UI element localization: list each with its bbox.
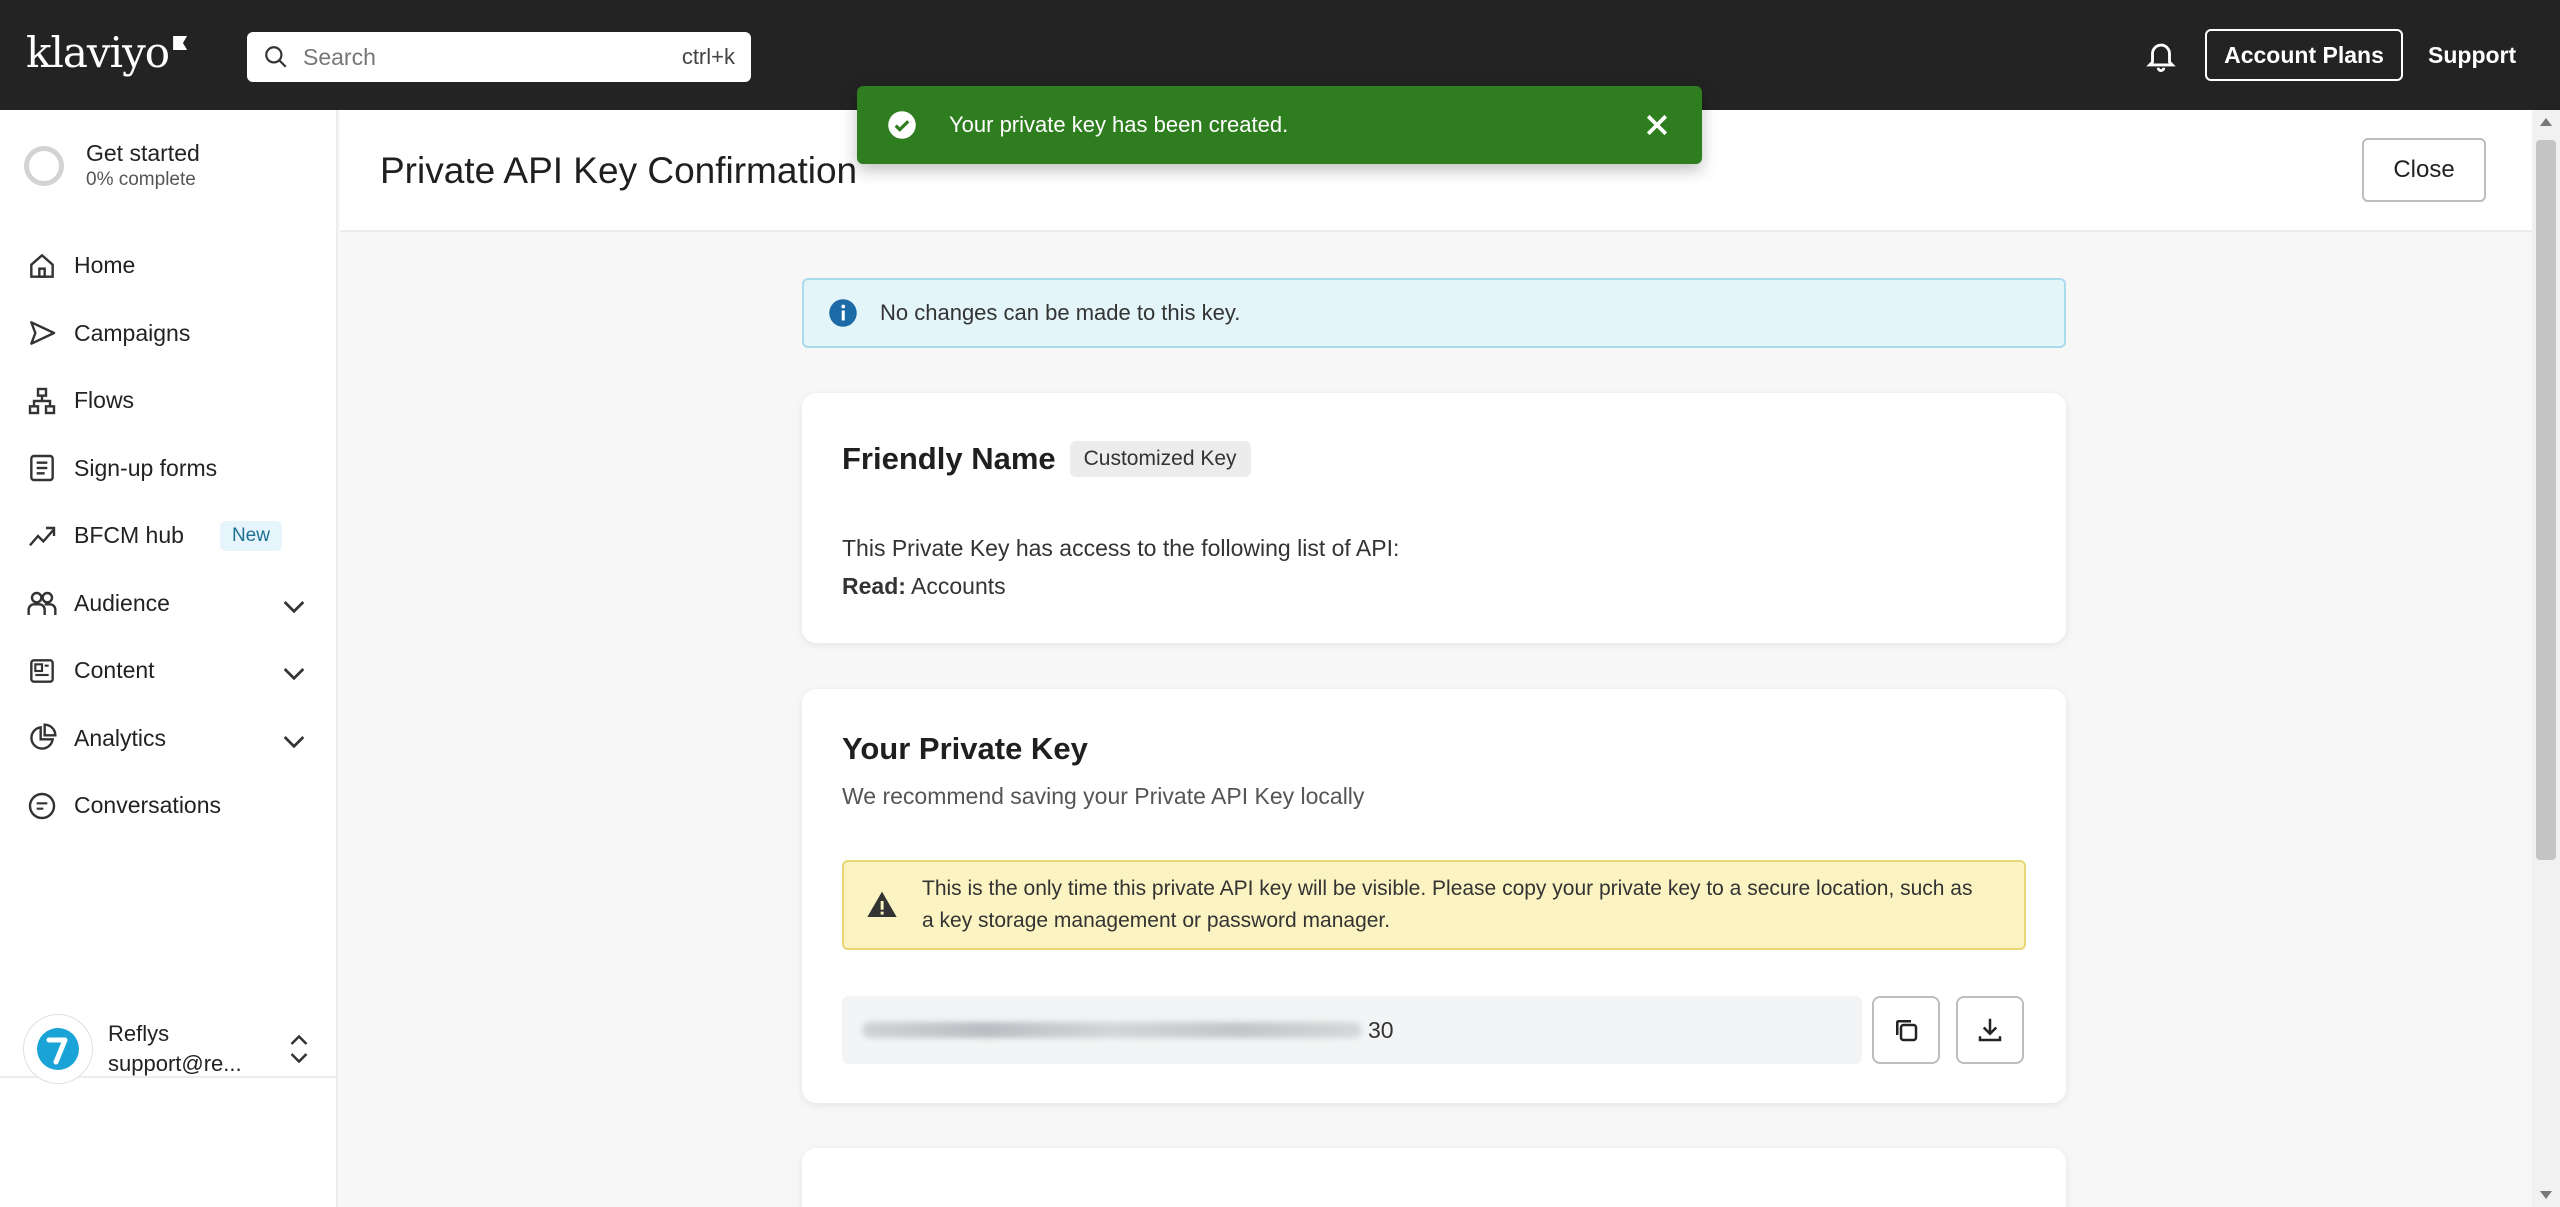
private-key-card: Your Private Key We recommend saving you… <box>802 689 2066 1103</box>
download-key-button[interactable] <box>1956 996 2024 1064</box>
close-icon[interactable] <box>1642 110 1672 140</box>
info-banner: No changes can be made to this key. <box>802 278 2066 348</box>
copy-key-button[interactable] <box>1872 996 1940 1064</box>
sidebar-item-label: Audience <box>74 589 170 616</box>
sidebar-item-label: Analytics <box>74 724 167 751</box>
sidebar-item-label: Home <box>74 252 136 279</box>
progress-ring-icon <box>24 145 64 186</box>
search-input[interactable]: Search ctrl+k <box>247 32 751 82</box>
scope-description: This Private Key has access to the follo… <box>842 529 1399 605</box>
sidebar-item-label: Content <box>74 657 155 684</box>
download-icon <box>1978 1018 2002 1042</box>
org-name: Reflys <box>108 1021 170 1046</box>
chevron-up-down-icon <box>290 1034 308 1064</box>
sidebar-item-label: Conversations <box>74 792 222 819</box>
sidebar-item-analytics[interactable]: Analytics <box>0 705 338 773</box>
warning-banner: This is the only time this private API k… <box>842 860 2026 950</box>
private-key-title: Your Private Key <box>842 731 1088 766</box>
toast-message: Your private key has been created. <box>949 112 1289 137</box>
get-started-title: Get started <box>86 140 200 166</box>
sidebar-footer <box>0 1076 338 1207</box>
home-icon <box>30 253 54 278</box>
klaviyo-logo[interactable]: klaviyo <box>26 28 188 77</box>
success-toast: Your private key has been created. <box>857 86 1702 164</box>
search-shortcut: ctrl+k <box>681 44 735 69</box>
scroll-up-arrow-icon[interactable] <box>2540 118 2552 126</box>
scope-value: Accounts <box>905 573 1006 599</box>
sidebar-item-conversations[interactable]: Conversations <box>0 772 338 840</box>
scope-intro: This Private Key has access to the follo… <box>842 535 1400 561</box>
sidebar-item-bfcm-hub[interactable]: BFCM hub New <box>0 502 338 570</box>
new-badge: New <box>219 520 282 551</box>
flows-icon <box>28 387 56 414</box>
scope-label: Read: <box>842 573 906 599</box>
get-started-progress: 0% complete <box>86 169 196 190</box>
info-icon <box>829 299 857 327</box>
check-circle-icon <box>888 111 916 139</box>
sidebar-item-label: Flows <box>74 387 135 414</box>
friendly-name-card: Friendly Name Customized Key This Privat… <box>802 393 2066 643</box>
trend-icon <box>29 526 56 546</box>
obscured-key <box>862 1022 1362 1038</box>
org-email: support@re... <box>108 1051 242 1076</box>
sidebar-item-label: Sign-up forms <box>74 454 218 481</box>
get-started[interactable]: Get started 0% complete <box>24 140 200 191</box>
chevron-down-icon[interactable] <box>278 657 310 689</box>
send-icon <box>30 321 56 346</box>
sidebar-item-label: BFCM hub <box>74 522 184 549</box>
next-section-card <box>802 1148 2066 1207</box>
warning-icon <box>867 891 897 917</box>
org-avatar <box>24 1015 92 1083</box>
sidebar-item-label: Campaigns <box>74 319 191 346</box>
reflys-logo-icon <box>37 1028 79 1070</box>
notification-bell-icon[interactable] <box>2144 38 2178 72</box>
scroll-down-arrow-icon[interactable] <box>2540 1191 2552 1199</box>
chat-icon <box>28 792 56 819</box>
audience-icon <box>27 592 57 616</box>
form-icon <box>30 455 54 482</box>
content-icon <box>30 658 54 683</box>
chevron-down-icon[interactable] <box>278 590 310 622</box>
copy-icon <box>1896 1020 1918 1042</box>
sidebar-nav: Home Campaigns Flows Sign-up forms BFCM … <box>0 232 338 840</box>
sidebar-item-audience[interactable]: Audience <box>0 570 338 638</box>
sidebar-item-content[interactable]: Content <box>0 637 338 705</box>
page-title: Private API Key Confirmation <box>380 150 858 191</box>
organization-switcher[interactable]: Reflys support@re... <box>24 1005 314 1093</box>
sidebar-item-home[interactable]: Home <box>0 232 338 300</box>
analytics-icon <box>30 723 57 751</box>
warning-text: This is the only time this private API k… <box>922 877 1973 932</box>
private-key-field[interactable]: 30 <box>842 996 1862 1064</box>
sidebar-item-campaigns[interactable]: Campaigns <box>0 300 338 368</box>
logo-flag-icon <box>173 36 188 50</box>
private-key-subtitle: We recommend saving your Private API Key… <box>842 783 1365 809</box>
scroll-thumb[interactable] <box>2536 140 2556 860</box>
support-link[interactable]: Support <box>2428 42 2516 69</box>
friendly-name-title: Friendly Name <box>842 441 1056 476</box>
sidebar-item-flows[interactable]: Flows <box>0 367 338 435</box>
sidebar-item-signup-forms[interactable]: Sign-up forms <box>0 435 338 503</box>
logo-text: klaviyo <box>26 28 170 77</box>
chevron-down-icon[interactable] <box>278 725 310 757</box>
account-plans-button[interactable]: Account Plans <box>2205 29 2403 81</box>
search-placeholder: Search <box>303 43 376 70</box>
search-icon <box>265 46 287 68</box>
key-suffix: 30 <box>1368 1016 1394 1043</box>
close-button[interactable]: Close <box>2362 138 2486 202</box>
page-scrollbar[interactable] <box>2532 110 2560 1207</box>
info-banner-text: No changes can be made to this key. <box>880 300 1241 325</box>
key-type-pill: Customized Key <box>1069 441 1251 477</box>
